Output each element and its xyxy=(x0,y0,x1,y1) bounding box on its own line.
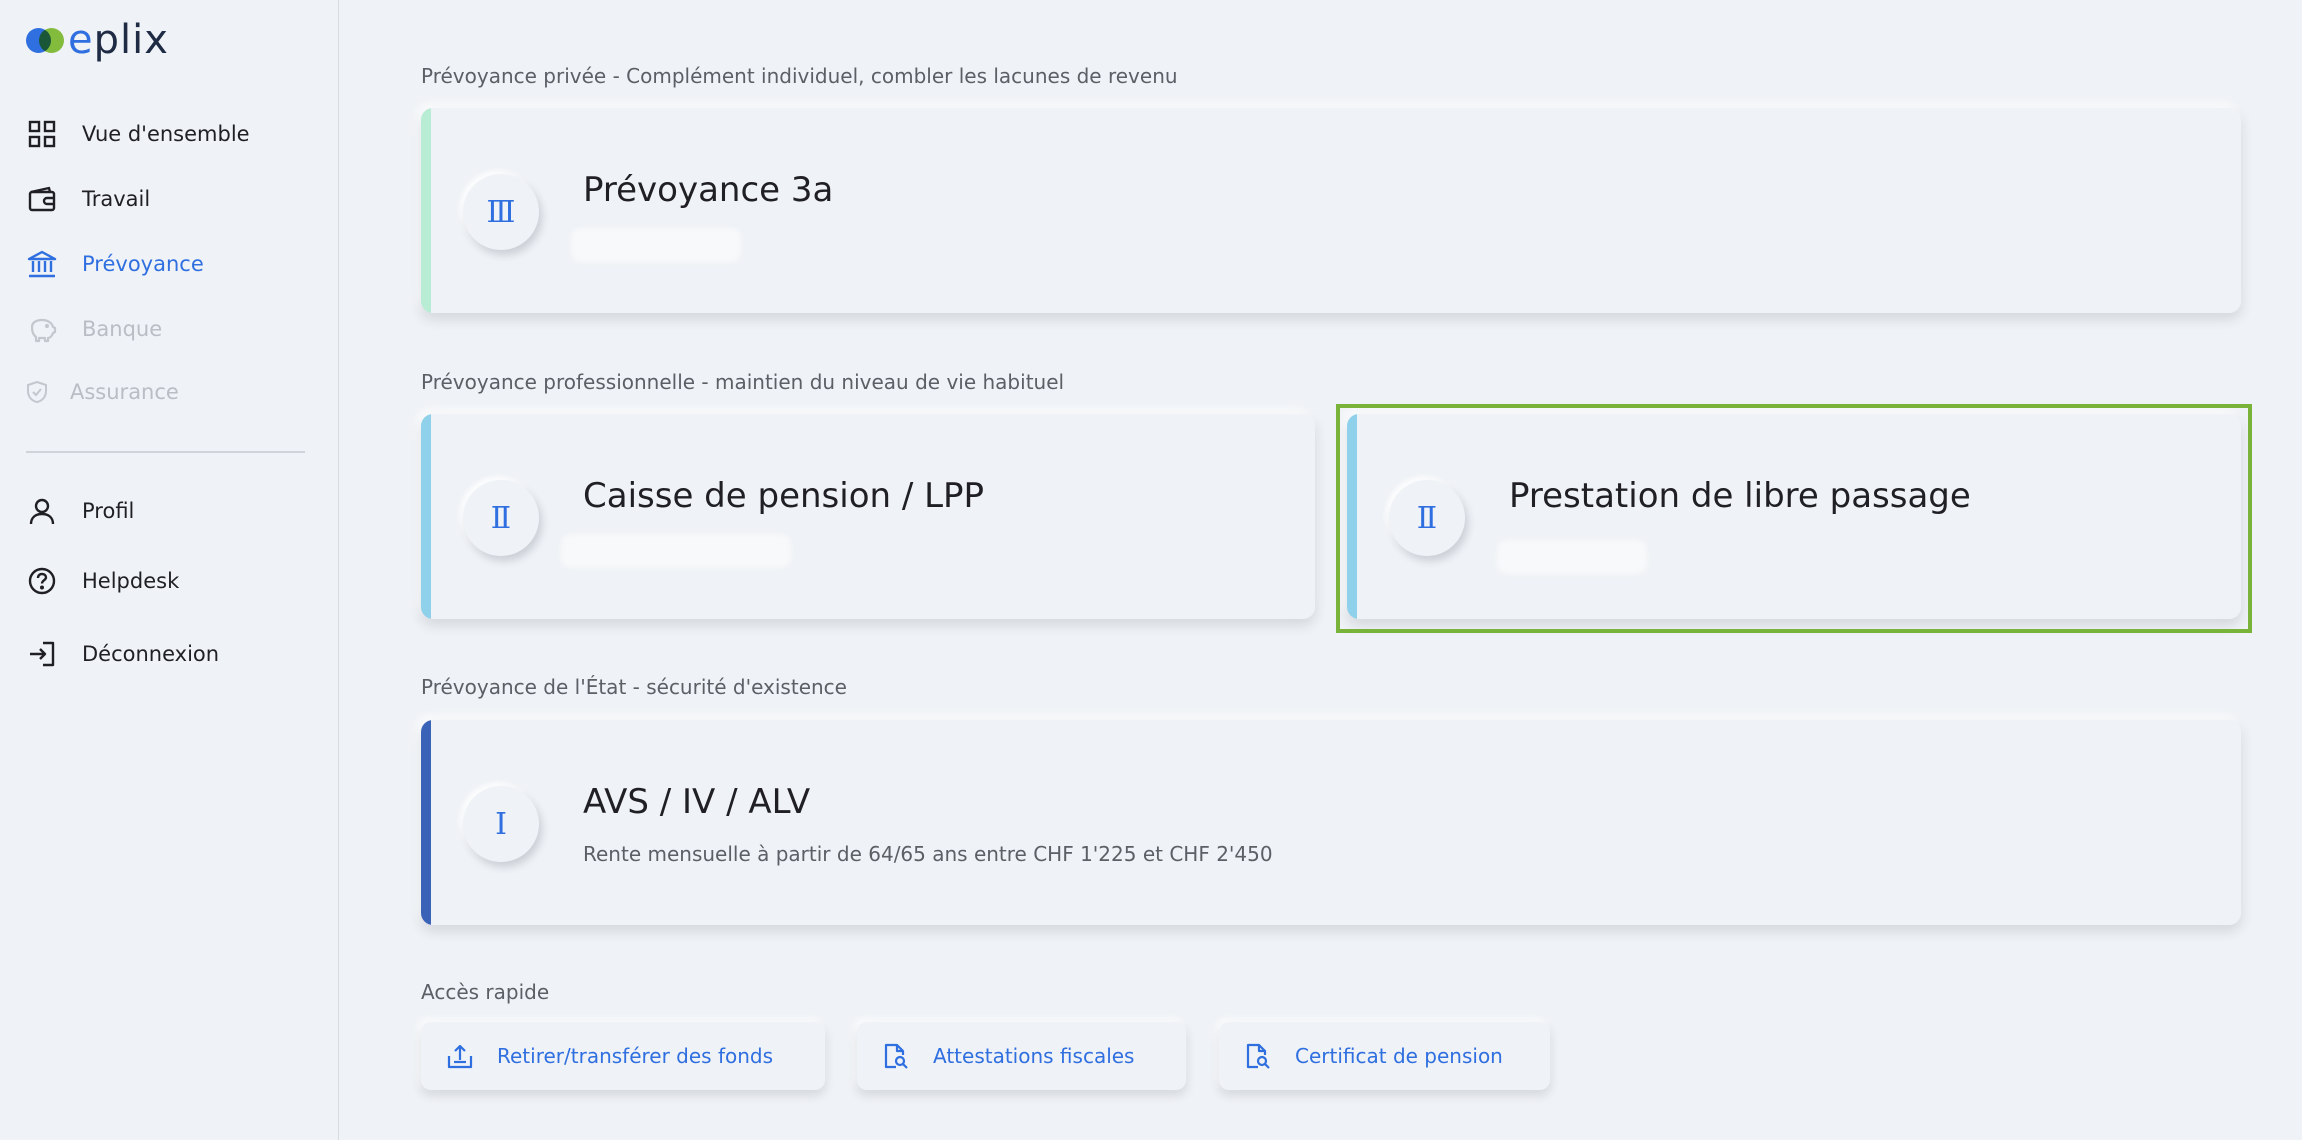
upload-tray-icon xyxy=(445,1041,475,1071)
nav-label: Travail xyxy=(82,187,151,211)
brand-logo[interactable]: eplix xyxy=(26,20,169,60)
grid-icon xyxy=(26,118,58,150)
quick-label: Retirer/transférer des fonds xyxy=(497,1044,774,1068)
card-title: AVS / IV / ALV xyxy=(583,782,811,822)
card-pillar-3a[interactable]: Ⅲ Prévoyance 3a xyxy=(421,108,2241,313)
nav-item-pension[interactable]: Prévoyance xyxy=(26,244,204,284)
nav-label: Prévoyance xyxy=(82,252,204,276)
pension-certificate-button[interactable]: Certificat de pension xyxy=(1219,1022,1550,1090)
piggy-bank-icon xyxy=(26,313,58,345)
masked-value xyxy=(571,228,741,262)
quick-label: Attestations fiscales xyxy=(933,1044,1135,1068)
nav-item-insurance[interactable]: Assurance xyxy=(26,372,179,412)
tax-certificates-button[interactable]: Attestations fiscales xyxy=(857,1022,1186,1090)
wallet-icon xyxy=(26,183,58,215)
nav-label: Profil xyxy=(82,499,135,523)
nav-label: Banque xyxy=(82,317,163,341)
nav-item-logout[interactable]: Déconnexion xyxy=(26,634,219,674)
card-title: Caisse de pension / LPP xyxy=(583,476,985,516)
sidebar: eplix Vue d'ensemble Travail Prévoyance … xyxy=(0,0,339,1140)
section-title-professional: Prévoyance professionnelle - maintien du… xyxy=(421,370,1065,394)
card-avs[interactable]: Ⅰ AVS / IV / ALV Rente mensuelle à parti… xyxy=(421,720,2241,925)
brand-name: eplix xyxy=(68,17,169,63)
card-accent-bar xyxy=(421,108,431,313)
logo-mark-icon xyxy=(26,25,66,55)
section-title-private: Prévoyance privée - Complément individue… xyxy=(421,64,1178,88)
pillar-three-icon: Ⅲ xyxy=(463,174,539,250)
pillar-one-icon: Ⅰ xyxy=(463,786,539,862)
bank-icon xyxy=(26,248,58,280)
section-title-quick-access: Accès rapide xyxy=(421,980,550,1004)
section-title-state: Prévoyance de l'État - sécurité d'existe… xyxy=(421,675,847,699)
nav-item-bank[interactable]: Banque xyxy=(26,309,162,349)
document-search-icon xyxy=(881,1041,911,1071)
masked-value xyxy=(561,534,791,568)
nav-label: Déconnexion xyxy=(82,642,220,666)
nav-label: Helpdesk xyxy=(82,569,180,593)
selection-highlight xyxy=(1336,404,2252,633)
card-accent-bar xyxy=(421,720,431,925)
card-pension-fund[interactable]: Ⅱ Caisse de pension / LPP xyxy=(421,414,1315,619)
nav-label: Assurance xyxy=(70,380,179,404)
logout-icon xyxy=(26,638,58,670)
pillar-two-icon: Ⅱ xyxy=(463,480,539,556)
user-icon xyxy=(26,495,58,527)
withdraw-transfer-button[interactable]: Retirer/transférer des fonds xyxy=(421,1022,825,1090)
quick-label: Certificat de pension xyxy=(1295,1044,1503,1068)
shield-icon xyxy=(26,376,48,408)
nav-item-profile[interactable]: Profil xyxy=(26,491,134,531)
card-accent-bar xyxy=(421,414,431,619)
nav-item-helpdesk[interactable]: Helpdesk xyxy=(26,561,179,601)
nav-divider xyxy=(26,451,305,453)
card-title: Prévoyance 3a xyxy=(583,170,834,210)
help-circle-icon xyxy=(26,565,58,597)
card-subtitle: Rente mensuelle à partir de 64/65 ans en… xyxy=(583,842,1273,866)
document-search-icon xyxy=(1243,1041,1273,1071)
nav-item-overview[interactable]: Vue d'ensemble xyxy=(26,114,250,154)
nav-label: Vue d'ensemble xyxy=(82,122,250,146)
nav-item-work[interactable]: Travail xyxy=(26,179,150,219)
